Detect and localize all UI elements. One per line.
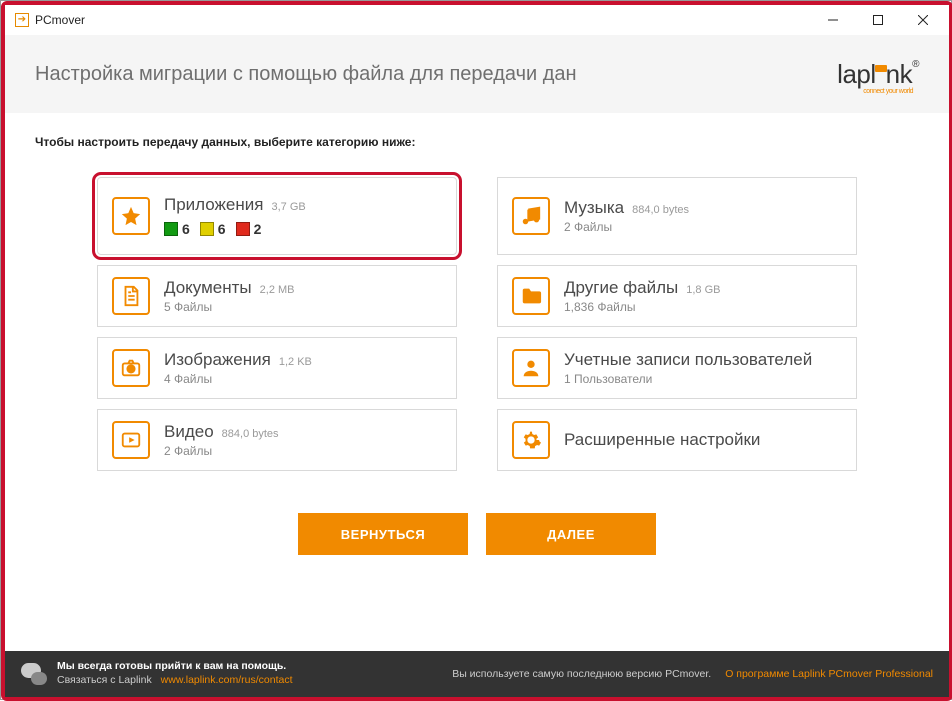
card-subtitle: 1,836 Файлы <box>564 300 720 314</box>
app-icon: ➔ <box>15 13 29 27</box>
window-title: PCmover <box>35 13 85 27</box>
card-subtitle: 2 Файлы <box>564 220 689 234</box>
badge-green-icon <box>164 222 178 236</box>
card-applications[interactable]: Приложения 3,7 GB 6 6 2 <box>97 177 457 255</box>
card-title: Документы <box>164 278 252 298</box>
laplink-logo: laplnk® connect your world <box>837 59 919 90</box>
titlebar: ➔ PCmover <box>5 5 949 35</box>
card-documents[interactable]: Документы 2,2 MB 5 Файлы <box>97 265 457 327</box>
card-user-accounts[interactable]: Учетные записи пользователей 1 Пользоват… <box>497 337 857 399</box>
badge-yellow-icon <box>200 222 214 236</box>
button-row: ВЕРНУТЬСЯ ДАЛЕЕ <box>35 513 919 555</box>
card-size: 884,0 bytes <box>222 428 279 440</box>
header: Настройка миграции с помощью файла для п… <box>5 35 949 113</box>
card-title: Другие файлы <box>564 278 678 298</box>
card-title: Приложения <box>164 195 263 215</box>
card-title: Изображения <box>164 350 271 370</box>
star-icon <box>112 197 150 235</box>
close-button[interactable] <box>900 6 945 34</box>
card-music[interactable]: Музыка 884,0 bytes 2 Файлы <box>497 177 857 255</box>
logo-dot-icon <box>880 65 887 72</box>
card-subtitle: 4 Файлы <box>164 372 312 386</box>
content-area: Чтобы настроить передачу данных, выберит… <box>5 113 949 651</box>
card-size: 884,0 bytes <box>632 204 689 216</box>
document-icon <box>112 277 150 315</box>
minimize-button[interactable] <box>810 6 855 34</box>
card-title: Видео <box>164 422 214 442</box>
card-video[interactable]: Видео 884,0 bytes 2 Файлы <box>97 409 457 471</box>
card-size: 3,7 GB <box>271 201 305 213</box>
page-title: Настройка миграции с помощью файла для п… <box>35 63 577 86</box>
card-title: Расширенные настройки <box>564 430 760 450</box>
card-size: 2,2 MB <box>260 284 295 296</box>
next-button[interactable]: ДАЛЕЕ <box>486 513 656 555</box>
chat-icon <box>21 661 47 687</box>
card-subtitle: 2 Файлы <box>164 444 279 458</box>
folder-icon <box>512 277 550 315</box>
contact-link[interactable]: www.laplink.com/rus/contact <box>161 674 293 686</box>
card-advanced[interactable]: Расширенные настройки <box>497 409 857 471</box>
footer-contact: Связаться с Laplink www.laplink.com/rus/… <box>57 674 293 688</box>
app-status-badges: 6 6 2 <box>164 221 306 237</box>
about-link[interactable]: О программе Laplink PCmover Professional <box>725 668 933 680</box>
card-other-files[interactable]: Другие файлы 1,8 GB 1,836 Файлы <box>497 265 857 327</box>
footer-help-title: Мы всегда готовы прийти к вам на помощь. <box>57 660 293 674</box>
instruction-text: Чтобы настроить передачу данных, выберит… <box>35 135 919 149</box>
card-subtitle: 5 Файлы <box>164 300 295 314</box>
card-size: 1,8 GB <box>686 284 720 296</box>
window-controls <box>810 6 945 34</box>
card-size: 1,2 KB <box>279 356 312 368</box>
card-subtitle: 1 Пользователи <box>564 372 812 386</box>
version-text: Вы используете самую последнюю версию PC… <box>452 668 711 680</box>
gear-icon <box>512 421 550 459</box>
card-images[interactable]: Изображения 1,2 KB 4 Файлы <box>97 337 457 399</box>
camera-icon <box>112 349 150 387</box>
card-title: Учетные записи пользователей <box>564 350 812 370</box>
music-icon <box>512 197 550 235</box>
badge-red-icon <box>236 222 250 236</box>
category-grid: Приложения 3,7 GB 6 6 2 Музыка 884,0 byt… <box>97 177 857 471</box>
user-icon <box>512 349 550 387</box>
maximize-button[interactable] <box>855 6 900 34</box>
footer: Мы всегда готовы прийти к вам на помощь.… <box>5 651 949 697</box>
back-button[interactable]: ВЕРНУТЬСЯ <box>298 513 468 555</box>
play-icon <box>112 421 150 459</box>
card-title: Музыка <box>564 198 624 218</box>
